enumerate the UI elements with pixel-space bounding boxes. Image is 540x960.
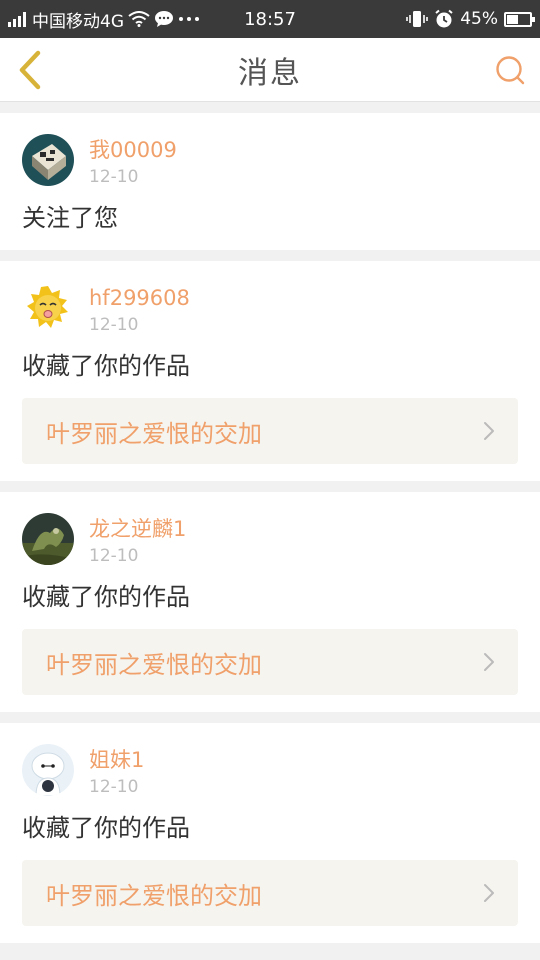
status-right: 45% bbox=[406, 0, 535, 38]
message-card: 我00009 12-10 关注了您 bbox=[0, 113, 540, 250]
avatar[interactable] bbox=[22, 744, 74, 796]
message-date: 12-10 bbox=[89, 167, 139, 187]
message-card: 龙之逆麟1 12-10 收藏了你的作品 叶罗丽之爱恨的交加 bbox=[0, 492, 540, 712]
chevron-right-icon bbox=[484, 422, 494, 440]
chevron-right-icon bbox=[484, 884, 494, 902]
work-title: 叶罗丽之爱恨的交加 bbox=[46, 650, 262, 679]
avatar[interactable] bbox=[22, 513, 74, 565]
message-card: hf299608 12-10 收藏了你的作品 叶罗丽之爱恨的交加 bbox=[0, 261, 540, 481]
message-header: 龙之逆麟1 12-10 bbox=[22, 513, 518, 567]
message-action-text: 收藏了你的作品 bbox=[22, 352, 190, 380]
work-title: 叶罗丽之爱恨的交加 bbox=[46, 419, 262, 448]
work-link[interactable]: 叶罗丽之爱恨的交加 bbox=[22, 860, 518, 926]
battery-percent: 45% bbox=[460, 9, 498, 29]
avatar[interactable] bbox=[22, 134, 74, 186]
message-date: 12-10 bbox=[89, 777, 139, 797]
message-action-text: 收藏了你的作品 bbox=[22, 814, 190, 842]
message-meta: 龙之逆麟1 12-10 bbox=[89, 513, 186, 567]
message-meta: hf299608 12-10 bbox=[89, 282, 190, 336]
header-bar: 消息 bbox=[0, 38, 540, 102]
status-bar: 中国移动4G 18:57 45% bbox=[0, 0, 540, 38]
username-link[interactable]: 姐妹1 bbox=[89, 747, 144, 773]
message-header: hf299608 12-10 bbox=[22, 282, 518, 336]
work-link[interactable]: 叶罗丽之爱恨的交加 bbox=[22, 629, 518, 695]
message-meta: 姐妹1 12-10 bbox=[89, 744, 144, 798]
vibrate-icon bbox=[406, 11, 429, 27]
message-date: 12-10 bbox=[89, 546, 139, 566]
message-action-text: 关注了您 bbox=[22, 204, 118, 232]
message-header: 我00009 12-10 bbox=[22, 134, 518, 188]
battery-icon bbox=[504, 11, 535, 27]
search-icon bbox=[496, 56, 525, 85]
avatar[interactable] bbox=[22, 282, 74, 334]
username-link[interactable]: 我00009 bbox=[89, 137, 177, 163]
message-header: 姐妹1 12-10 bbox=[22, 744, 518, 798]
message-card: 姐妹1 12-10 收藏了你的作品 叶罗丽之爱恨的交加 bbox=[0, 723, 540, 943]
message-date: 12-10 bbox=[89, 315, 139, 335]
username-link[interactable]: hf299608 bbox=[89, 285, 190, 311]
message-meta: 我00009 12-10 bbox=[89, 134, 177, 188]
message-list: 我00009 12-10 关注了您 hf299608 12-10 收藏了你的作品… bbox=[0, 102, 540, 943]
alarm-icon bbox=[435, 9, 453, 28]
search-button[interactable] bbox=[492, 52, 528, 88]
page-title: 消息 bbox=[238, 56, 302, 91]
chevron-right-icon bbox=[484, 653, 494, 671]
username-link[interactable]: 龙之逆麟1 bbox=[89, 516, 186, 542]
work-link[interactable]: 叶罗丽之爱恨的交加 bbox=[22, 398, 518, 464]
message-action-text: 收藏了你的作品 bbox=[22, 583, 190, 611]
work-title: 叶罗丽之爱恨的交加 bbox=[46, 881, 262, 910]
